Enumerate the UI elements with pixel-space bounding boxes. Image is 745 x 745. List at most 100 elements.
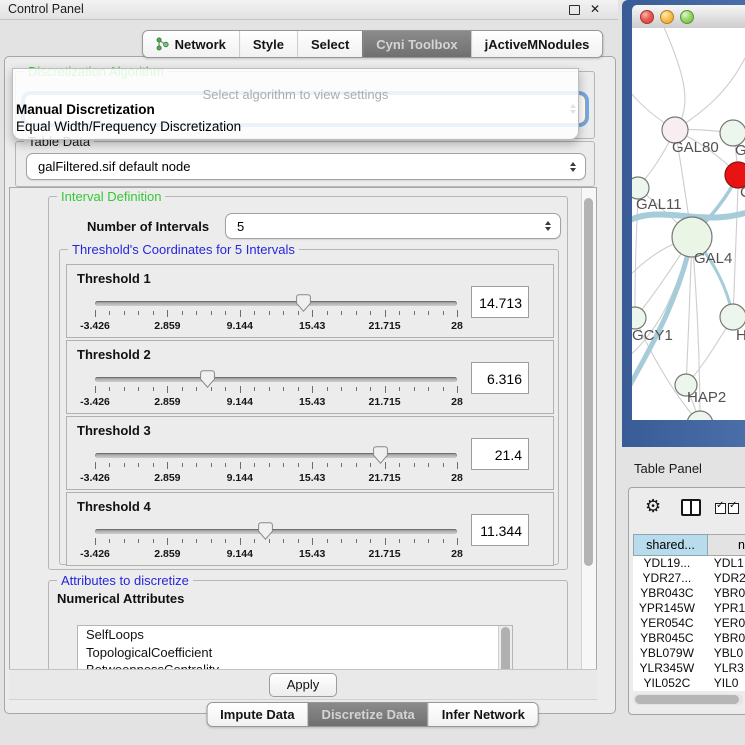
threshold-slider[interactable]: -3.4262.8599.14415.4321.71528 [95, 453, 457, 483]
slider-tick [167, 462, 168, 469]
table-row[interactable]: YLR345WYLR3 [633, 661, 745, 676]
table-row[interactable]: YER054CYER0 [633, 616, 745, 631]
table-row[interactable]: YDR27...YDR2 [633, 571, 745, 586]
settings-scrollpane: Interval Definition Number of Intervals … [9, 187, 597, 671]
slider-tick [428, 539, 429, 543]
slider-tick [240, 310, 241, 317]
panel-title: Control Panel [8, 0, 84, 19]
threshold-label: Threshold 1 [77, 271, 151, 286]
slider-tick [341, 463, 342, 467]
slider-tick [167, 310, 168, 317]
table-row[interactable]: YPR145WYPR1 [633, 601, 745, 616]
cell-name: YIL0 [701, 676, 745, 691]
slider-tick-label: 28 [451, 396, 463, 408]
slider-handle[interactable] [373, 446, 388, 464]
slider-handle[interactable] [200, 370, 215, 388]
cell-shared-name: YDL19... [633, 556, 701, 571]
thresholds-group: Threshold's Coordinates for 5 Intervals … [59, 249, 559, 565]
cell-name: YBL0 [701, 646, 745, 661]
slider-tick [341, 539, 342, 543]
slider-tick [138, 311, 139, 315]
column-header-shared-name[interactable]: shared... [633, 534, 708, 556]
slider-track[interactable] [95, 529, 457, 534]
tab-cyni-toolbox[interactable]: Cyni Toolbox [362, 31, 470, 57]
tab-select[interactable]: Select [297, 31, 362, 57]
threshold-slider[interactable]: -3.4262.8599.14415.4321.71528 [95, 529, 457, 559]
network-edge[interactable] [662, 28, 685, 130]
apply-button[interactable]: Apply [269, 673, 337, 697]
checkbox-checked-icon[interactable]: ✓ [715, 503, 726, 514]
slider-tick-label: 15.43 [299, 548, 325, 560]
attribute-list-item[interactable]: TopologicalCoefficient [78, 644, 512, 662]
close-icon[interactable]: ✕ [590, 2, 600, 16]
checkbox-checked-icon[interactable]: ✓ [728, 503, 739, 514]
slider-tick [298, 463, 299, 467]
slider-tick [225, 387, 226, 391]
numerical-attributes-list[interactable]: SelfLoopsTopologicalCoefficientBetweenne… [77, 625, 513, 671]
slider-tick [283, 539, 284, 543]
network-node-label: H [736, 327, 745, 344]
slider-track[interactable] [95, 301, 457, 306]
dropdown-item-equal-width-frequency[interactable]: Equal Width/Frequency Discretization [16, 119, 241, 134]
slider-track[interactable] [95, 377, 457, 382]
slider-tick-label: 15.43 [299, 320, 325, 332]
threshold-value-field[interactable]: 6.316 [471, 362, 529, 394]
threshold-value-field[interactable]: 11.344 [471, 514, 529, 546]
tab-network[interactable]: Network [143, 31, 239, 57]
network-canvas[interactable]: GAL80GACGAL11GAL4GCY1HHAP2 [632, 28, 745, 420]
slider-handle[interactable] [296, 294, 311, 312]
attributes-scrollbar[interactable] [498, 626, 512, 671]
table-data-combobox[interactable]: galFiltered.sif default node [26, 153, 586, 180]
tab-style[interactable]: Style [239, 31, 297, 57]
slider-tick [95, 538, 96, 545]
network-node-label: GCY1 [632, 327, 673, 344]
tab-infer-network[interactable]: Infer Network [428, 703, 538, 726]
threshold-panel-4: Threshold 4-3.4262.8599.14415.4321.71528… [66, 492, 554, 566]
slider-tick [443, 539, 444, 543]
column-header-name[interactable]: na [708, 534, 745, 556]
threshold-slider[interactable]: -3.4262.8599.14415.4321.71528 [95, 377, 457, 407]
network-edge[interactable] [675, 58, 745, 130]
table-row[interactable]: YBR045CYBR0 [633, 631, 745, 646]
settings-vertical-scrollbar[interactable] [581, 188, 596, 670]
threshold-value-field[interactable]: 14.713 [471, 286, 529, 318]
float-window-icon[interactable] [569, 5, 580, 15]
threshold-slider[interactable]: -3.4262.8599.14415.4321.71528 [95, 301, 457, 331]
table-row[interactable]: YDL19...YDL1 [633, 556, 745, 571]
tab-discretize-data[interactable]: Discretize Data [308, 703, 428, 726]
zoom-traffic-light-icon[interactable] [680, 10, 694, 24]
tab-jactivemnodules[interactable]: jActiveMNodules [471, 31, 603, 57]
cell-name: YDR2 [701, 571, 745, 586]
numerical-attributes-label: Numerical Attributes [57, 591, 184, 606]
network-node-gcy1[interactable] [632, 307, 646, 329]
minimize-traffic-light-icon[interactable] [660, 10, 674, 24]
gear-icon[interactable]: ⚙ [645, 496, 661, 516]
slider-track[interactable] [95, 453, 457, 458]
slider-tick [182, 311, 183, 315]
slider-tick [196, 311, 197, 315]
dropdown-item-manual-discretization[interactable]: Manual Discretization [16, 102, 155, 117]
slider-tick-label: 9.144 [227, 320, 253, 332]
network-edge[interactable] [733, 188, 738, 317]
threshold-value-field[interactable]: 21.4 [471, 438, 529, 470]
network-node-label: GAL11 [636, 196, 682, 213]
table-row[interactable]: YBL079WYBL0 [633, 646, 745, 661]
tab-impute-data[interactable]: Impute Data [207, 703, 307, 726]
slider-tick-label: 2.859 [154, 396, 180, 408]
close-traffic-light-icon[interactable] [640, 10, 654, 24]
number-of-intervals-combobox[interactable]: 5 [225, 213, 561, 239]
slider-tick-label: 15.43 [299, 396, 325, 408]
slider-tick [370, 463, 371, 467]
slider-tick [414, 463, 415, 467]
slider-tick [269, 311, 270, 315]
slider-tick [196, 387, 197, 391]
split-column-icon[interactable] [681, 499, 701, 516]
table-row[interactable]: YIL052CYIL0 [633, 676, 745, 691]
attribute-list-item[interactable]: SelfLoops [78, 626, 512, 644]
table-horizontal-scrollbar[interactable] [633, 694, 743, 705]
slider-handle[interactable] [258, 522, 273, 540]
cell-shared-name: YLR345W [633, 661, 701, 676]
slider-tick [138, 539, 139, 543]
table-row[interactable]: YBR043CYBR0 [633, 586, 745, 601]
slider-tick [167, 386, 168, 393]
